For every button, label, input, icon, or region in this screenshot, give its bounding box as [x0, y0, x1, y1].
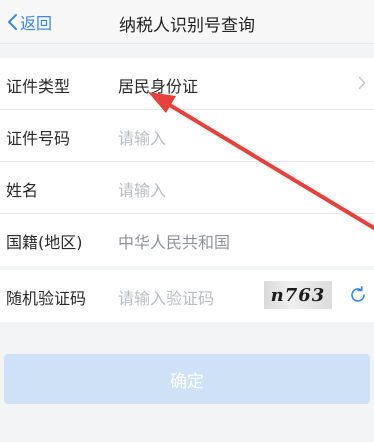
- captcha-row: 随机验证码 请输入验证码 n763: [0, 270, 374, 322]
- captcha-image[interactable]: n763: [264, 281, 332, 309]
- id-number-input[interactable]: 请输入: [118, 125, 166, 149]
- page-title: 纳税人识别号查询: [119, 16, 255, 36]
- refresh-icon[interactable]: [348, 285, 368, 305]
- document-type-label: 证件类型: [6, 77, 71, 96]
- nationality-row[interactable]: 国籍(地区) 中华人民共和国: [0, 214, 374, 266]
- id-number-label: 证件号码: [6, 129, 71, 148]
- name-input[interactable]: 请输入: [118, 177, 166, 201]
- document-type-row[interactable]: 证件类型 居民身份证: [0, 58, 374, 110]
- nationality-value[interactable]: 中华人民共和国: [118, 229, 230, 253]
- document-type-value[interactable]: 居民身份证: [118, 73, 198, 97]
- captcha-input[interactable]: 请输入验证码: [118, 285, 214, 309]
- navigation-bar: 返回 纳税人识别号查询: [0, 0, 374, 44]
- captcha-label: 随机验证码: [6, 289, 87, 308]
- captcha-group: 随机验证码 请输入验证码 n763: [0, 270, 374, 322]
- identity-form-group: 证件类型 居民身份证 证件号码 请输入 姓名 请输入 国籍(地区) 中华人民共和…: [0, 58, 374, 266]
- chevron-right-icon: [358, 76, 366, 90]
- name-row: 姓名 请输入: [0, 162, 374, 214]
- name-label: 姓名: [6, 181, 39, 200]
- nationality-label: 国籍(地区): [6, 233, 83, 252]
- id-number-row: 证件号码 请输入: [0, 110, 374, 162]
- confirm-button[interactable]: 确定: [4, 354, 370, 404]
